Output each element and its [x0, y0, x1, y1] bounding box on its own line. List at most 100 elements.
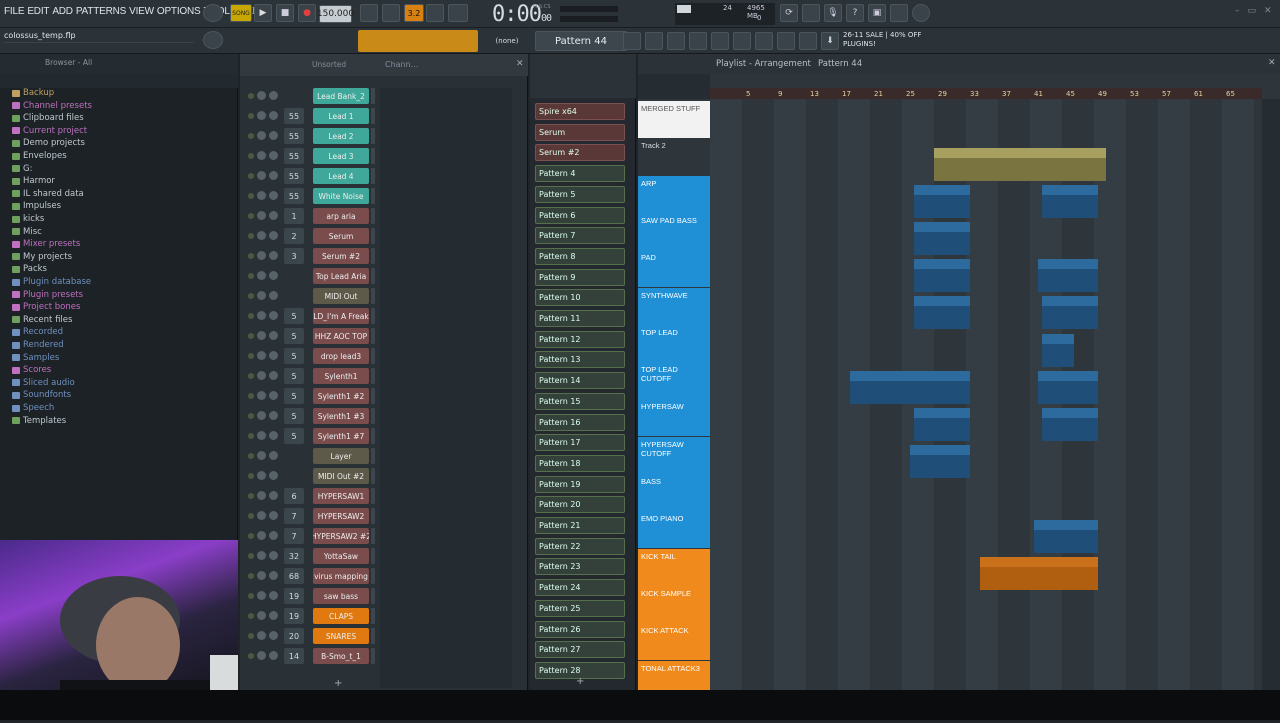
- menu-item-edit[interactable]: EDIT: [27, 6, 49, 17]
- playlist-scrollbar[interactable]: [1262, 99, 1280, 690]
- channel-rack-button[interactable]: [667, 32, 685, 50]
- channel-name-button[interactable]: Layer: [313, 448, 369, 464]
- channel-name-button[interactable]: SNARES: [313, 628, 369, 644]
- track-header[interactable]: PAD: [638, 250, 710, 288]
- volume-knob[interactable]: [269, 391, 278, 400]
- save-button[interactable]: ▣: [868, 4, 886, 22]
- channel-name-button[interactable]: Lead 3: [313, 148, 369, 164]
- download-button[interactable]: ⬇: [821, 32, 839, 50]
- channel-row[interactable]: 55 Lead 2: [240, 126, 528, 146]
- volume-knob[interactable]: [269, 311, 278, 320]
- channel-name-button[interactable]: virus mapping: [313, 568, 369, 584]
- channel-select[interactable]: [371, 108, 375, 124]
- mixer-track-number[interactable]: 19: [284, 608, 304, 624]
- browser-item[interactable]: Recent files: [12, 315, 72, 325]
- pan-knob[interactable]: [257, 471, 266, 480]
- mixer-track-number[interactable]: 1: [284, 208, 304, 224]
- record-button[interactable]: ●: [298, 4, 316, 22]
- channel-row[interactable]: 19 CLAPS: [240, 606, 528, 626]
- browser-item[interactable]: Sliced audio: [12, 378, 75, 388]
- channel-row[interactable]: 5 Sylenth1 #7: [240, 426, 528, 446]
- channel-select[interactable]: [371, 168, 375, 184]
- pan-knob[interactable]: [257, 91, 266, 100]
- track-header[interactable]: TOP LEAD CUTOFF: [638, 362, 710, 400]
- browser-item[interactable]: Clipboard files: [12, 113, 84, 123]
- mixer-track-number[interactable]: 5: [284, 308, 304, 324]
- channel-row[interactable]: 55 Lead 1: [240, 106, 528, 126]
- playlist-clip[interactable]: Pattern 4: [1042, 557, 1098, 590]
- channel-row[interactable]: 5 drop lead3: [240, 346, 528, 366]
- mute-led[interactable]: [248, 273, 254, 279]
- track-header[interactable]: Track 2: [638, 138, 710, 176]
- channel-name-button[interactable]: HYPERSAW2 #2: [313, 528, 369, 544]
- pattern-item[interactable]: Pattern 15: [535, 392, 625, 410]
- mixer-track-number[interactable]: 20: [284, 628, 304, 644]
- mute-led[interactable]: [248, 313, 254, 319]
- mixer-track-number[interactable]: 5: [284, 428, 304, 444]
- pattern-item[interactable]: Pattern 22: [535, 537, 625, 555]
- browser-item[interactable]: Impulses: [12, 201, 61, 211]
- channel-select[interactable]: [371, 348, 375, 364]
- browser-item[interactable]: Rendered: [12, 340, 64, 350]
- pattern-item[interactable]: Pattern 23: [535, 558, 625, 576]
- channel-select[interactable]: [371, 148, 375, 164]
- playlist-clip[interactable]: Pattern 30: [914, 259, 970, 292]
- pan-knob[interactable]: [257, 391, 266, 400]
- channel-row[interactable]: 7 HYPERSAW2 #2: [240, 526, 528, 546]
- pan-knob[interactable]: [257, 271, 266, 280]
- channel-row[interactable]: 7 HYPERSAW2: [240, 506, 528, 526]
- mixer-track-number[interactable]: 19: [284, 588, 304, 604]
- channel-row[interactable]: Top Lead Aria: [240, 266, 528, 286]
- volume-knob[interactable]: [269, 111, 278, 120]
- track-header[interactable]: KICK SAMPLE: [638, 585, 710, 623]
- volume-knob[interactable]: [269, 491, 278, 500]
- mute-led[interactable]: [248, 633, 254, 639]
- volume-knob[interactable]: [269, 91, 278, 100]
- mute-led[interactable]: [248, 213, 254, 219]
- recording-filter-button[interactable]: [382, 4, 400, 22]
- master-volume-slider[interactable]: [560, 6, 618, 12]
- mixer-track-number[interactable]: 3: [284, 248, 304, 264]
- pattern-item[interactable]: Pattern 24: [535, 579, 625, 597]
- mute-led[interactable]: [248, 353, 254, 359]
- tool-buttons-group[interactable]: [358, 30, 478, 52]
- mixer-track-number[interactable]: 7: [284, 528, 304, 544]
- pattern-item[interactable]: Pattern 13: [535, 351, 625, 369]
- pan-knob[interactable]: [257, 131, 266, 140]
- add-channel-icon[interactable]: +: [334, 678, 342, 689]
- channel-name-button[interactable]: Sylenth1 #3: [313, 408, 369, 424]
- browser-item[interactable]: Envelopes: [12, 151, 67, 161]
- browser-item[interactable]: Harmor: [12, 176, 55, 186]
- channel-select[interactable]: [371, 288, 375, 304]
- channel-row[interactable]: MIDI Out: [240, 286, 528, 306]
- pan-knob[interactable]: [257, 111, 266, 120]
- volume-knob[interactable]: [269, 331, 278, 340]
- channel-row[interactable]: 2 Serum: [240, 226, 528, 246]
- track-header[interactable]: SYNTHWAVE: [638, 287, 710, 325]
- mixer-track-number[interactable]: 55: [284, 148, 304, 164]
- channel-name-button[interactable]: Serum: [313, 228, 369, 244]
- channel-select[interactable]: [371, 468, 375, 484]
- master-knob[interactable]: [203, 31, 223, 49]
- channel-row[interactable]: 3 Serum #2: [240, 246, 528, 266]
- pattern-item[interactable]: Serum #2: [535, 144, 625, 162]
- pan-knob[interactable]: [257, 431, 266, 440]
- playlist-grid[interactable]: [710, 99, 1262, 690]
- mute-led[interactable]: [248, 653, 254, 659]
- close-icon[interactable]: ✕: [516, 59, 524, 69]
- mute-led[interactable]: [248, 293, 254, 299]
- volume-knob[interactable]: [269, 471, 278, 480]
- channel-name-button[interactable]: CLAPS: [313, 608, 369, 624]
- mute-led[interactable]: [248, 413, 254, 419]
- mixer-track-number[interactable]: 7: [284, 508, 304, 524]
- pattern-item[interactable]: Pattern 16: [535, 413, 625, 431]
- mixer-track-number[interactable]: 5: [284, 388, 304, 404]
- pan-knob[interactable]: [257, 451, 266, 460]
- track-header[interactable]: SAW PAD BASS: [638, 212, 710, 250]
- rack-group-filter[interactable]: Unsorted: [312, 60, 346, 69]
- channel-select[interactable]: [371, 328, 375, 344]
- channel-select[interactable]: [371, 608, 375, 624]
- mute-led[interactable]: [248, 153, 254, 159]
- song-mode-button[interactable]: SONG: [230, 4, 252, 22]
- browser-item[interactable]: Speech: [12, 403, 54, 413]
